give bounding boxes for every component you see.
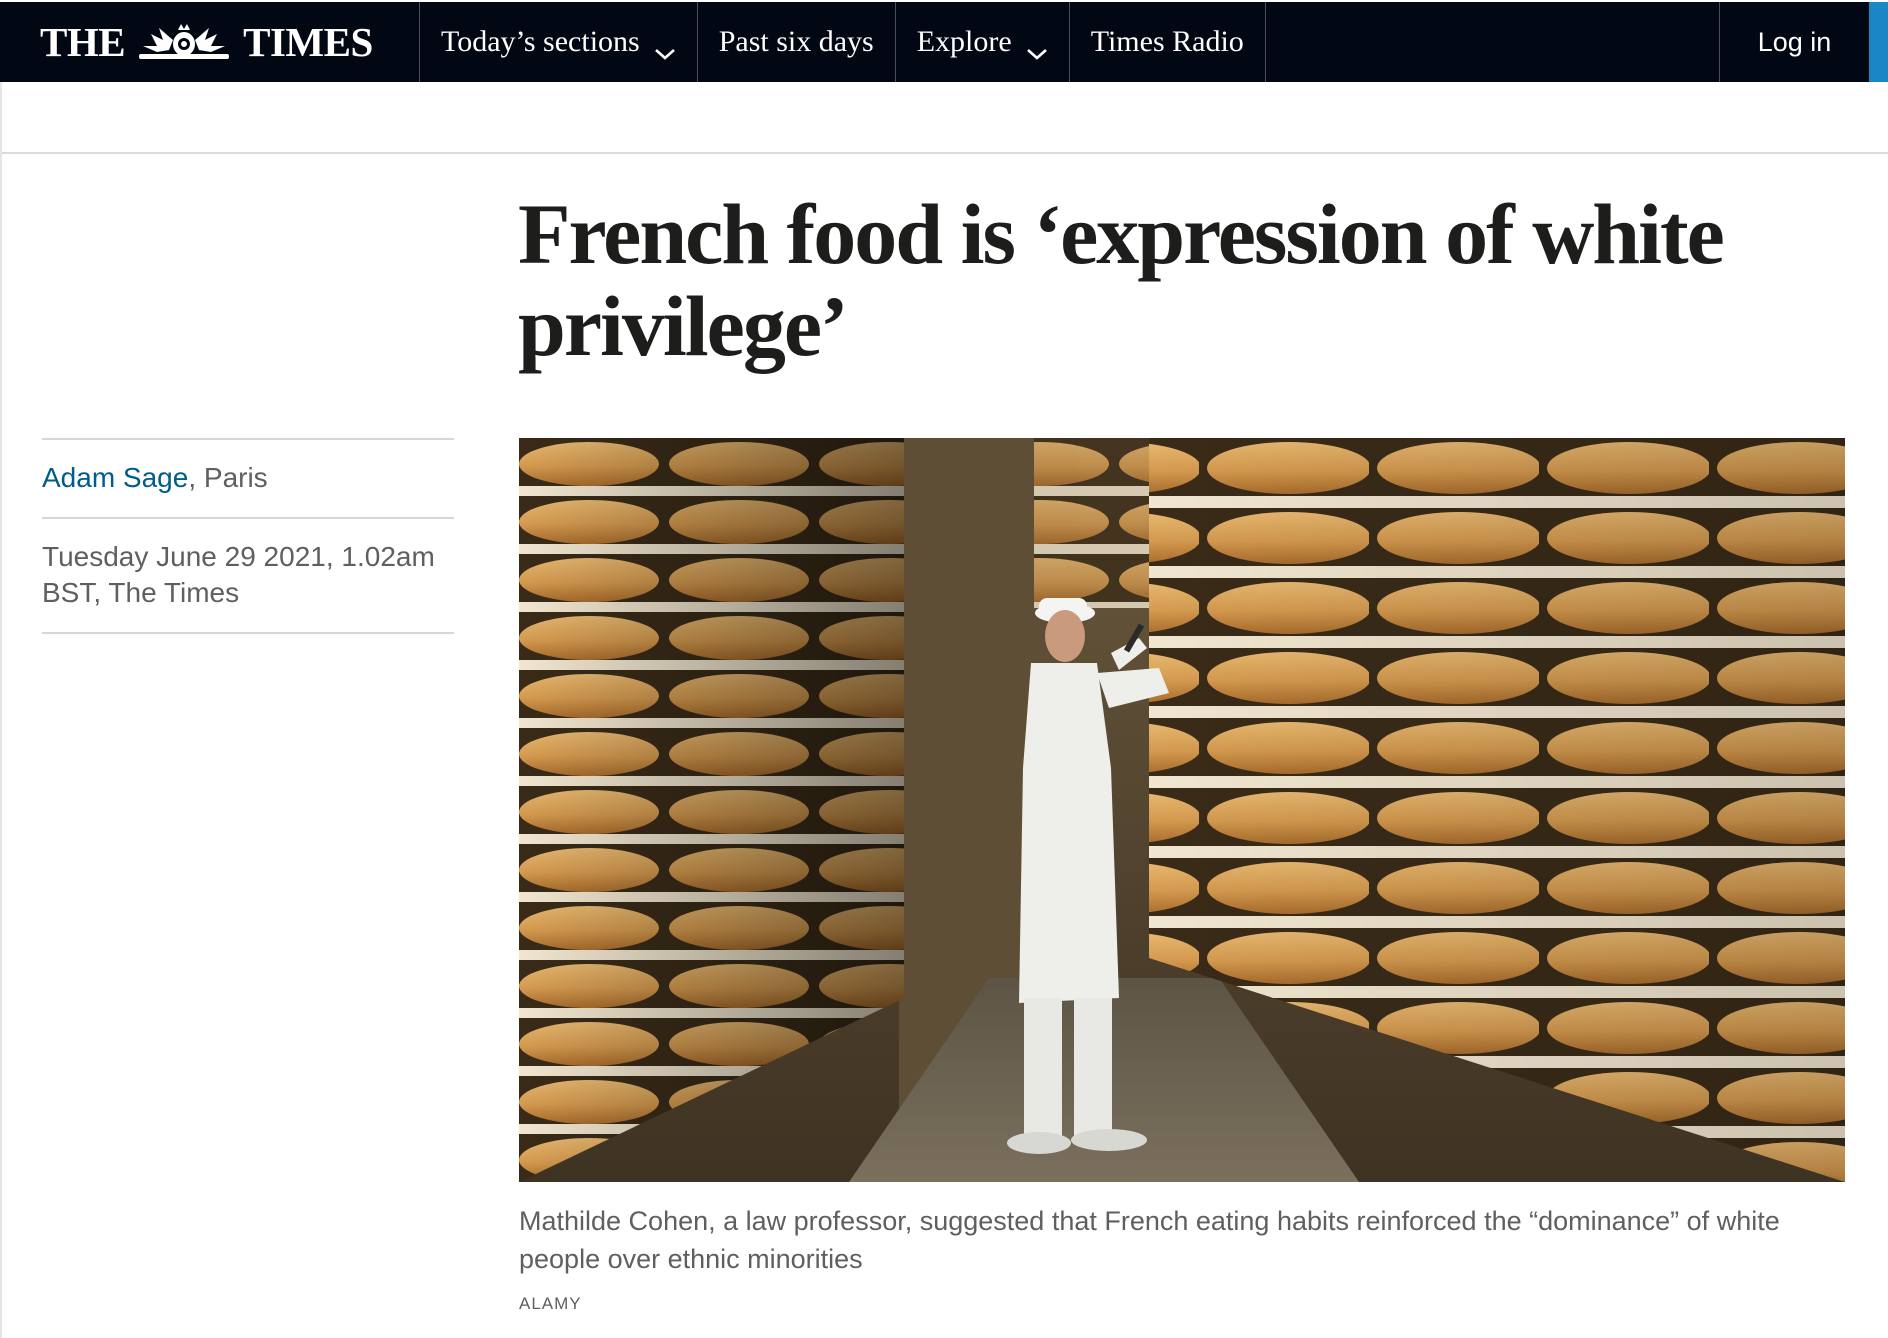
logo-text-right: TIMES — [243, 19, 373, 65]
chevron-down-icon — [654, 35, 676, 60]
royal-crest-icon — [129, 20, 239, 64]
nav-explore[interactable]: Explore — [896, 2, 1070, 82]
article-hero-image — [519, 438, 1845, 1182]
nav-label: Past six days — [718, 25, 874, 58]
cheese-cellar-photo — [519, 438, 1845, 1182]
nav-label: Times Radio — [1090, 25, 1244, 58]
article-dateline: Tuesday June 29 2021, 1.02am BST, The Ti… — [42, 541, 435, 608]
top-navigation: THE TIMES Today’s sections Past six days — [0, 2, 1888, 82]
logo-text-left: THE — [40, 19, 126, 65]
accent-strip — [1869, 2, 1888, 82]
chevron-down-icon — [1026, 35, 1048, 60]
byline: Adam Sage, Paris — [42, 440, 454, 517]
times-logo[interactable]: THE TIMES — [0, 2, 420, 82]
nav-todays-sections[interactable]: Today’s sections — [420, 2, 698, 82]
page-left-border — [0, 82, 2, 1338]
login-button[interactable]: Log in — [1719, 2, 1869, 82]
nav-label: Today’s sections — [441, 25, 640, 58]
nav-past-six-days[interactable]: Past six days — [698, 2, 896, 82]
nav-label: Explore — [916, 25, 1012, 58]
login-label: Log in — [1757, 26, 1832, 57]
image-credit: ALAMY — [519, 1294, 582, 1313]
nav-times-radio[interactable]: Times Radio — [1070, 2, 1266, 82]
article-meta: Adam Sage, Paris Tuesday June 29 2021, 1… — [42, 438, 454, 634]
byline-location: , Paris — [188, 462, 268, 493]
image-caption: Mathilde Cohen, a law professor, suggest… — [519, 1206, 1780, 1274]
author-link[interactable]: Adam Sage — [42, 462, 188, 493]
ad-banner-strip — [0, 82, 1888, 154]
article-headline: French food is ‘expression of white priv… — [518, 186, 1725, 374]
divider — [42, 632, 454, 634]
